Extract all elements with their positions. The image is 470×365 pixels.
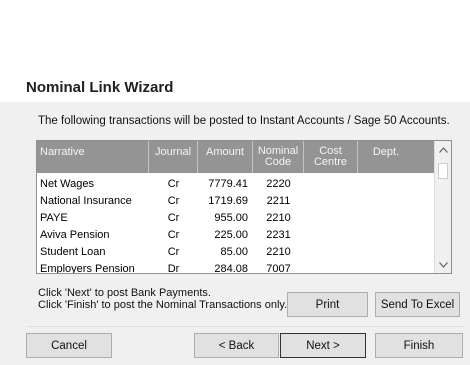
column-header-nominal-code[interactable]: Nominal Code	[253, 141, 304, 173]
cell-journal: Cr	[167, 246, 180, 258]
cell-amount: 284.08	[214, 263, 248, 274]
intro-text: The following transactions will be poste…	[38, 115, 450, 127]
table-row[interactable]: Employers Pension Dr 284.08 7007	[37, 262, 435, 274]
column-header-dept[interactable]: Dept.	[358, 141, 414, 173]
grid-header: Narrative Journal Amount Nominal Code Co…	[37, 141, 435, 173]
table-row[interactable]: National Insurance Cr 1719.69 2211	[37, 194, 435, 211]
cell-journal: Dr	[167, 263, 180, 274]
cell-amount: 955.00	[214, 212, 248, 224]
cell-nominal-code: 2211	[266, 195, 291, 207]
column-header-cost-centre[interactable]: Cost Centre	[304, 141, 358, 173]
scroll-up-icon[interactable]	[435, 141, 451, 158]
cell-journal: Cr	[167, 212, 180, 224]
cell-narrative: Net Wages	[40, 178, 95, 190]
separator	[26, 326, 464, 327]
wizard-header: Nominal Link Wizard	[0, 0, 470, 102]
instructions-line-finish: Click 'Finish' to post the Nominal Trans…	[38, 298, 288, 311]
column-header-amount[interactable]: Amount	[198, 141, 253, 173]
table-row[interactable]: Student Loan Cr 85.00 2210	[37, 245, 435, 262]
finish-button[interactable]: Finish	[375, 333, 463, 358]
wizard-title: Nominal Link Wizard	[26, 79, 174, 96]
next-button[interactable]: Next >	[280, 333, 366, 358]
instructions-line-next: Click 'Next' to post Bank Payments.	[38, 287, 211, 299]
cell-narrative: National Insurance	[40, 195, 132, 207]
cell-amount: 1719.69	[208, 195, 248, 207]
cell-narrative: Student Loan	[40, 246, 106, 258]
cell-nominal-code: 2231	[266, 229, 291, 241]
cell-nominal-code: 2220	[266, 178, 291, 190]
cell-nominal-code: 2210	[266, 212, 291, 224]
scrollbar-thumb[interactable]	[438, 163, 448, 179]
grid-rows: Net Wages Cr 7779.41 2220 National Insur…	[37, 177, 435, 274]
table-row[interactable]: Net Wages Cr 7779.41 2220	[37, 177, 435, 194]
cell-journal: Cr	[167, 229, 180, 241]
cell-amount: 85.00	[220, 246, 248, 258]
cell-narrative: Employers Pension	[40, 263, 135, 274]
scroll-down-icon[interactable]	[435, 256, 451, 273]
column-header-journal[interactable]: Journal	[149, 141, 198, 173]
cell-amount: 7779.41	[208, 178, 248, 190]
transactions-grid[interactable]: Narrative Journal Amount Nominal Code Co…	[36, 140, 452, 274]
cell-journal: Cr	[167, 195, 180, 207]
back-button[interactable]: < Back	[194, 333, 279, 358]
cell-amount: 225.00	[214, 229, 248, 241]
send-to-excel-button[interactable]: Send To Excel	[375, 292, 460, 317]
cell-journal: Cr	[167, 178, 180, 190]
cancel-button[interactable]: Cancel	[26, 333, 112, 358]
cell-narrative: Aviva Pension	[40, 229, 110, 241]
instructions-text: Click 'Next' to post Bank Payments. Clic…	[38, 287, 288, 311]
table-row[interactable]: Aviva Pension Cr 225.00 2231	[37, 228, 435, 245]
cell-nominal-code: 7007	[266, 263, 291, 274]
table-row[interactable]: PAYE Cr 955.00 2210	[37, 211, 435, 228]
cell-nominal-code: 2210	[266, 246, 291, 258]
cell-narrative: PAYE	[40, 212, 68, 224]
grid-scrollbar[interactable]	[434, 141, 451, 273]
column-header-narrative[interactable]: Narrative	[37, 141, 149, 173]
nominal-link-wizard-dialog: Nominal Link Wizard The following transa…	[0, 0, 470, 365]
print-button[interactable]: Print	[287, 292, 368, 317]
